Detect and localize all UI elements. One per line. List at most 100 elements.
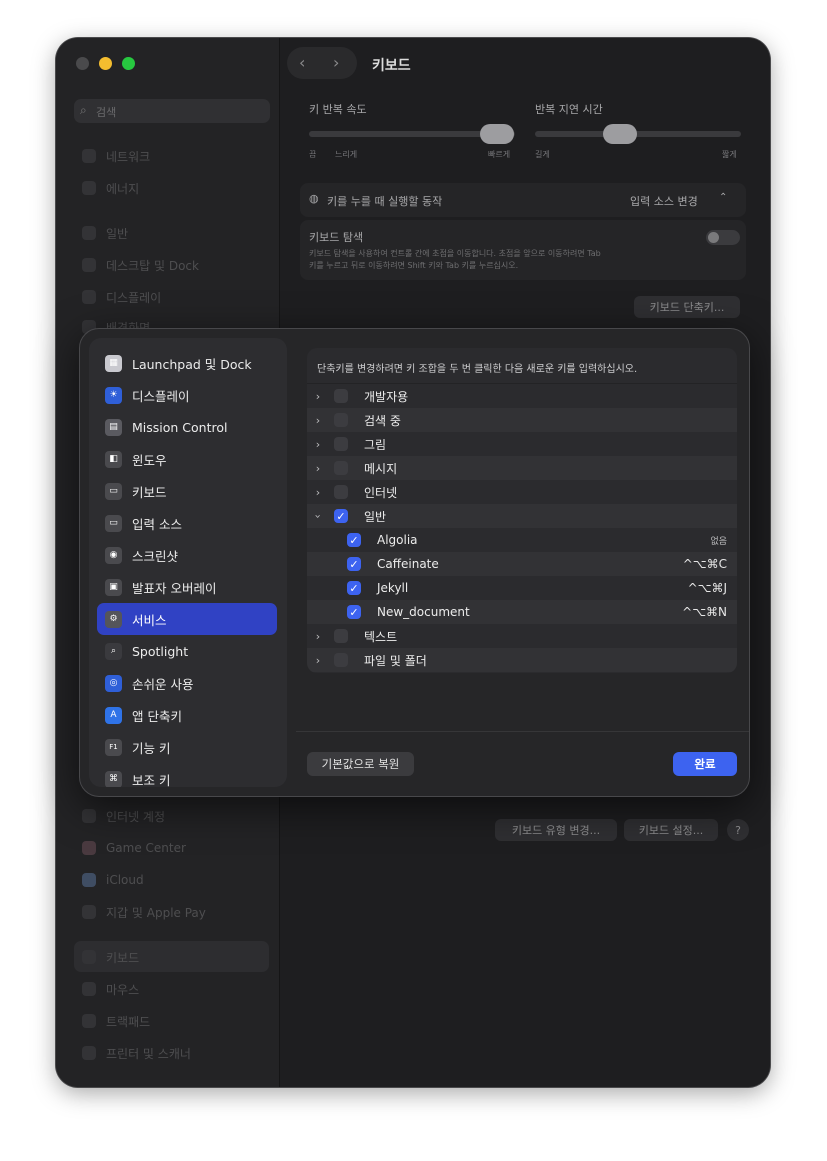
list-item[interactable]: › ✓ 일반 <box>307 504 737 528</box>
sidebar-item-game-center[interactable]: Game Center <box>82 838 186 858</box>
page-title: 키보드 <box>372 58 411 74</box>
modifier-keys-icon: ⌘ <box>105 770 122 787</box>
sidebar-item-internet-accounts[interactable]: 인터넷 계정 <box>82 806 165 826</box>
category-screenshot[interactable]: ◉ 스크린샷 <box>97 539 277 571</box>
checkbox[interactable] <box>334 653 348 667</box>
checkbox[interactable] <box>334 485 348 499</box>
category-modifier-keys[interactable]: ⌘ 보조 키 <box>97 763 277 787</box>
category-presenter-overlay[interactable]: ▣ 발표자 오버레이 <box>97 571 277 603</box>
sidebar-item-printers[interactable]: 프린터 및 스캐너 <box>82 1043 191 1063</box>
checkbox-checked[interactable]: ✓ <box>347 533 361 547</box>
display-icon: ☀ <box>105 386 122 404</box>
keyboard-shortcuts-dialog: ▦ Launchpad 및 Dock ☀ 디스플레이 ▤ Mission Con… <box>79 328 750 797</box>
keyboard-icon <box>82 950 96 964</box>
sidebar-item-icloud[interactable]: iCloud <box>82 870 144 890</box>
globe-action-value[interactable]: 입력 소스 변경 <box>630 193 698 209</box>
category-mission-control[interactable]: ▤ Mission Control <box>97 411 277 443</box>
checkbox[interactable] <box>334 437 348 451</box>
repeat-fast-label: 빠르게 <box>488 150 511 159</box>
category-keyboard[interactable]: ▭ 키보드 <box>97 475 277 507</box>
list-item[interactable]: ✓ Algolia 없음 <box>307 528 737 552</box>
globe-action-label: 키를 누를 때 실행할 동작 <box>327 195 443 208</box>
checkbox-checked[interactable]: ✓ <box>334 509 348 523</box>
list-item[interactable]: › 개발자용 <box>307 384 737 408</box>
at-icon <box>82 809 96 823</box>
display-icon <box>82 290 96 304</box>
repeat-delay-slider[interactable] <box>535 131 741 137</box>
search-input[interactable]: ⌕ 검색 <box>74 99 270 123</box>
done-button[interactable]: 완료 <box>673 752 737 776</box>
shortcut-value[interactable]: ^⌥⌘C <box>683 557 727 571</box>
keyboard-navigation-toggle[interactable] <box>706 230 740 245</box>
repeat-delay-slider-knob[interactable] <box>603 124 637 144</box>
spotlight-icon: ⌕ <box>105 642 122 660</box>
forward-chevron-icon[interactable]: › <box>333 53 339 72</box>
chevron-right-icon[interactable]: › <box>313 462 323 475</box>
list-item[interactable]: ✓ Caffeinate ^⌥⌘C <box>307 552 737 576</box>
key-repeat-slider-knob[interactable] <box>480 124 514 144</box>
list-item[interactable]: › 파일 및 폴더 <box>307 648 737 672</box>
sidebar-item-display[interactable]: 디스플레이 <box>82 287 161 307</box>
close-window-button[interactable] <box>76 57 89 70</box>
globe-key-row[interactable]: ◍ 키를 누를 때 실행할 동작 입력 소스 변경 ⌃ <box>300 183 746 217</box>
zoom-window-button[interactable] <box>122 57 135 70</box>
list-item[interactable]: ✓ New_document ^⌥⌘N <box>307 600 737 624</box>
checkbox-checked[interactable]: ✓ <box>347 581 361 595</box>
category-services[interactable]: ⚙ 서비스 <box>97 603 277 635</box>
list-item[interactable]: › 검색 중 <box>307 408 737 432</box>
category-input-source[interactable]: ▭ 입력 소스 <box>97 507 277 539</box>
sidebar-item-desktop-dock[interactable]: 데스크탑 및 Dock <box>82 255 199 275</box>
window-icon: ◧ <box>105 450 122 468</box>
keyboard-nav-desc-2: 키를 누르고 뒤로 이동하려면 Shift 키와 Tab 키를 누르십시오. <box>309 261 519 270</box>
updown-chevron-icon: ⌃ <box>719 192 728 203</box>
keyboard-setup-button[interactable]: 키보드 설정... <box>624 819 718 841</box>
sidebar-item-mouse[interactable]: 마우스 <box>82 979 139 999</box>
keyboard-shortcuts-button[interactable]: 키보드 단축키... <box>634 296 740 318</box>
shortcut-value[interactable]: ^⌥⌘J <box>688 581 727 595</box>
chevron-right-icon[interactable]: › <box>313 390 323 403</box>
checkbox-checked[interactable]: ✓ <box>347 557 361 571</box>
list-item[interactable]: › 텍스트 <box>307 624 737 648</box>
sidebar-item-network[interactable]: 네트워크 <box>82 146 150 166</box>
list-item[interactable]: › 메시지 <box>307 456 737 480</box>
globe-icon: ◍ <box>309 192 319 205</box>
checkbox[interactable] <box>334 629 348 643</box>
category-accessibility[interactable]: ◎ 손쉬운 사용 <box>97 667 277 699</box>
chevron-right-icon[interactable]: › <box>313 438 323 451</box>
shortcut-value[interactable]: ^⌥⌘N <box>682 605 727 619</box>
sidebar-item-energy[interactable]: 에너지 <box>82 178 139 198</box>
shortcut-value[interactable]: 없음 <box>710 534 727 547</box>
category-function-keys[interactable]: F1 기능 키 <box>97 731 277 763</box>
checkbox[interactable] <box>334 389 348 403</box>
chevron-right-icon[interactable]: › <box>313 654 323 667</box>
minimize-window-button[interactable] <box>99 57 112 70</box>
divider <box>296 731 749 732</box>
sidebar-item-trackpad[interactable]: 트랙패드 <box>82 1011 150 1031</box>
checkbox[interactable] <box>334 461 348 475</box>
change-keyboard-type-button[interactable]: 키보드 유형 변경... <box>495 819 617 841</box>
list-item[interactable]: ✓ Jekyll ^⌥⌘J <box>307 576 737 600</box>
checkbox-checked[interactable]: ✓ <box>347 605 361 619</box>
checkbox[interactable] <box>334 413 348 427</box>
sidebar-item-general[interactable]: 일반 <box>82 223 128 243</box>
category-window[interactable]: ◧ 윈도우 <box>97 443 277 475</box>
restore-defaults-button[interactable]: 기본값으로 복원 <box>307 752 414 776</box>
delay-short-label: 짧게 <box>722 150 737 159</box>
chevron-right-icon[interactable]: › <box>313 486 323 499</box>
help-button[interactable]: ? <box>727 819 749 841</box>
category-launchpad-dock[interactable]: ▦ Launchpad 및 Dock <box>97 347 277 379</box>
list-item[interactable]: › 인터넷 <box>307 480 737 504</box>
navigation-buttons: ‹ › <box>287 47 357 79</box>
shortcut-instruction: 단축키를 변경하려면 키 조합을 두 번 클릭한 다음 새로운 키를 입력하십시… <box>317 364 638 375</box>
back-chevron-icon[interactable]: ‹ <box>299 53 305 72</box>
category-spotlight[interactable]: ⌕ Spotlight <box>97 635 277 667</box>
category-app-shortcuts[interactable]: A 앱 단축키 <box>97 699 277 731</box>
chevron-right-icon[interactable]: › <box>313 414 323 427</box>
list-item[interactable]: › 그림 <box>307 432 737 456</box>
chevron-down-icon[interactable]: › <box>312 511 325 521</box>
category-display[interactable]: ☀ 디스플레이 <box>97 379 277 411</box>
accessibility-icon: ◎ <box>105 674 122 692</box>
sidebar-item-keyboard[interactable]: 키보드 <box>82 947 139 967</box>
chevron-right-icon[interactable]: › <box>313 630 323 643</box>
sidebar-item-wallet[interactable]: 지갑 및 Apple Pay <box>82 902 206 922</box>
